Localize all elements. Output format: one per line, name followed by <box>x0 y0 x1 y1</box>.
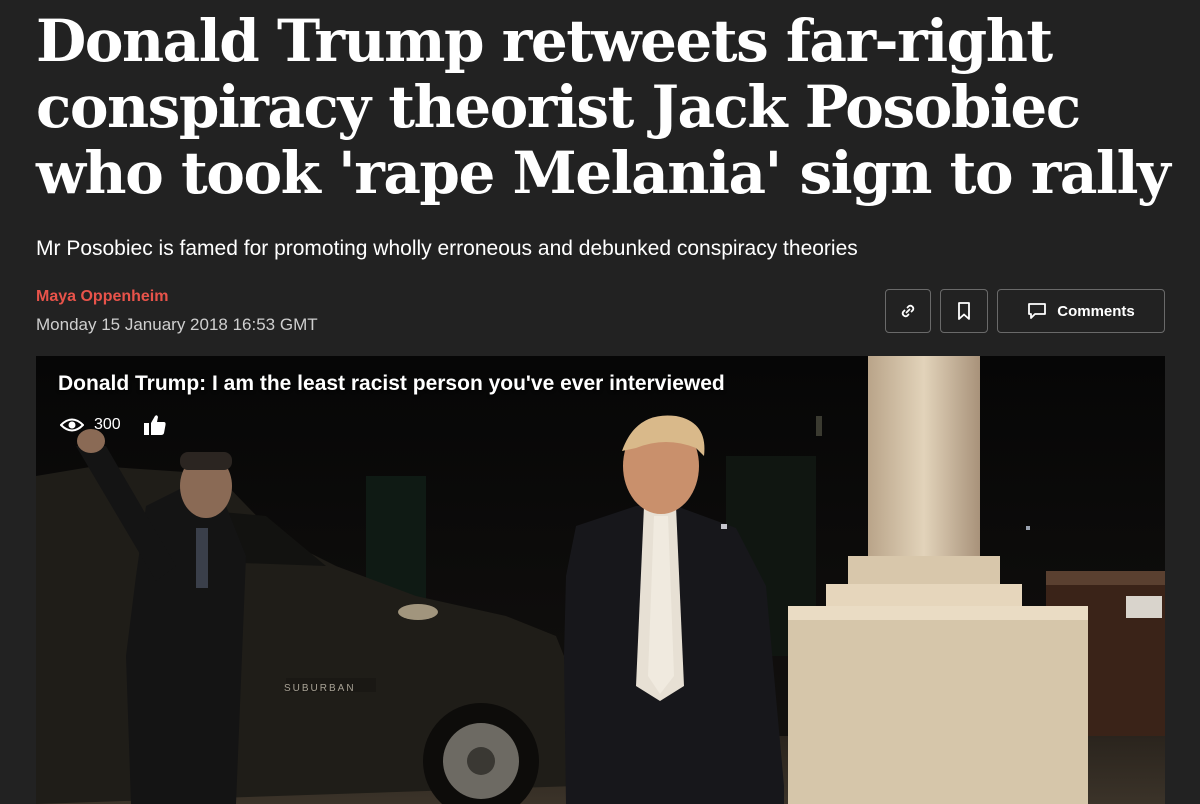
view-count: 300 <box>94 416 121 433</box>
video-title: Donald Trump: I am the least racist pers… <box>58 372 725 395</box>
copy-link-button[interactable] <box>885 289 931 333</box>
article-headline: Donald Trump retweets far-right conspira… <box>36 7 1171 207</box>
link-icon <box>901 304 915 318</box>
article-standfirst: Mr Posobiec is famed for promoting wholl… <box>36 237 858 260</box>
video-player[interactable]: SUBURBAN Donald Trump: I am the least ra… <box>36 356 1165 804</box>
bookmark-button[interactable] <box>940 289 988 333</box>
eye-icon <box>60 418 84 432</box>
vehicle-badge: SUBURBAN <box>284 683 356 694</box>
author-link[interactable]: Maya Oppenheim <box>36 288 168 306</box>
comments-button[interactable]: Comments <box>997 289 1165 333</box>
bookmark-icon <box>958 302 970 320</box>
comment-icon <box>1028 303 1047 319</box>
video-frame: SUBURBAN <box>36 356 1165 804</box>
thumbs-up-icon[interactable] <box>143 414 167 436</box>
publish-date: Monday 15 January 2018 16:53 GMT <box>36 315 318 334</box>
video-stats: 300 <box>60 414 167 436</box>
comments-label: Comments <box>1057 302 1135 320</box>
